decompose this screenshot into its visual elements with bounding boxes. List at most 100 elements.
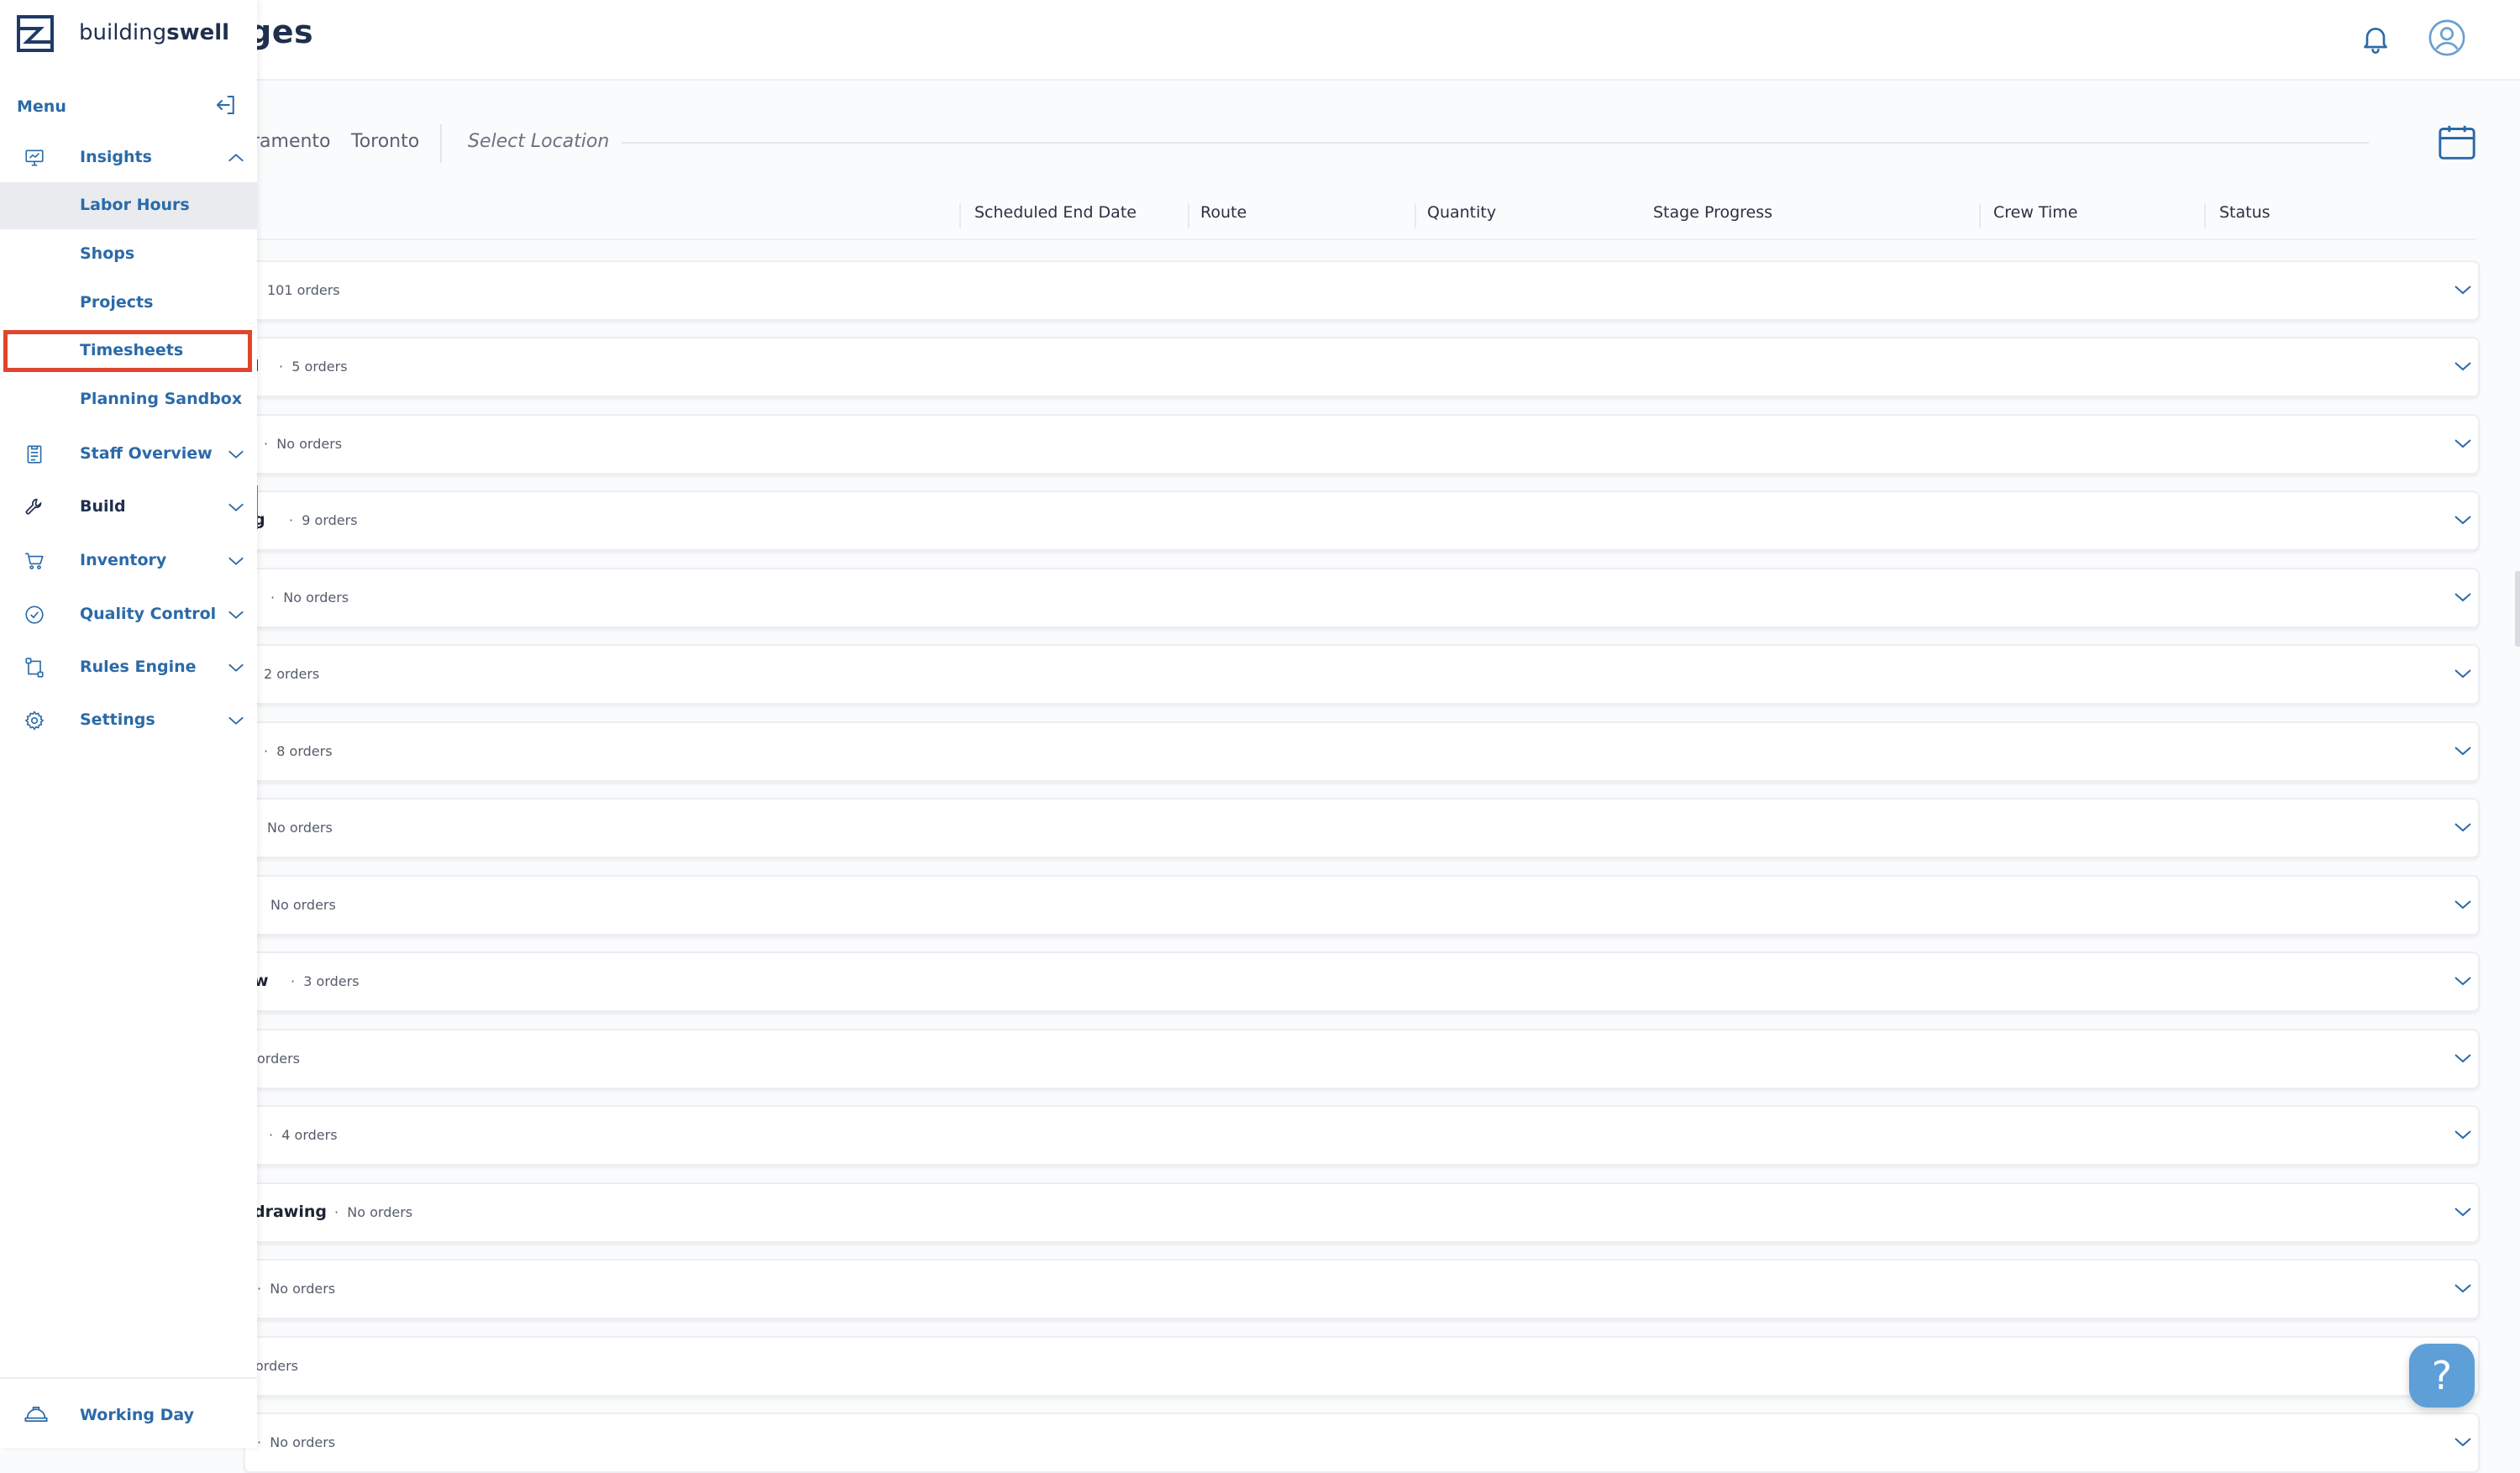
sidebar-subitem-planning-sandbox[interactable]: Planning Sandbox xyxy=(0,376,257,423)
sidebar-subitem-labor-hours[interactable]: Labor Hours xyxy=(0,182,257,229)
order-count: · No orders xyxy=(334,1204,413,1220)
side-drawer-handle[interactable] xyxy=(2515,571,2520,647)
chevron-down-icon[interactable] xyxy=(2453,282,2473,297)
chevron-down-icon[interactable] xyxy=(2453,897,2473,912)
chevron-down-icon[interactable] xyxy=(2453,1434,2473,1449)
help-button[interactable]: ? xyxy=(2409,1344,2475,1407)
sidebar: buildingswell Menu Insights Labor Hours … xyxy=(0,0,257,1448)
stage-row[interactable]: · No orders xyxy=(244,1413,2480,1473)
stage-name: drawing xyxy=(254,1203,327,1221)
sidebar-item-staff-overview[interactable]: Staff Overview xyxy=(0,431,257,478)
monitor-icon xyxy=(25,149,44,166)
column-divider xyxy=(959,203,961,228)
stage-row[interactable]: orders xyxy=(244,1336,2480,1397)
stage-row[interactable]: · No orders xyxy=(244,568,2480,628)
sidebar-item-build[interactable]: Build xyxy=(0,484,257,531)
page-title: ges xyxy=(249,13,314,50)
column-quantity[interactable]: Quantity xyxy=(1427,203,1496,222)
chevron-up-icon[interactable] xyxy=(227,151,245,165)
stage-row[interactable]: orders xyxy=(244,1029,2480,1089)
cart-icon xyxy=(25,553,44,570)
route-icon xyxy=(25,658,44,678)
stage-row[interactable]: g · 9 orders xyxy=(244,490,2480,551)
chevron-down-icon[interactable] xyxy=(2453,1127,2473,1142)
order-count: · No orders xyxy=(257,1281,336,1297)
chevron-down-icon[interactable] xyxy=(2453,436,2473,451)
bell-icon[interactable] xyxy=(2359,22,2392,55)
order-count: · No orders xyxy=(264,436,343,452)
chevron-down-icon[interactable] xyxy=(2453,590,2473,605)
working-day-button[interactable]: Working Day xyxy=(0,1394,257,1436)
select-location-dropdown[interactable]: Select Location xyxy=(468,131,609,152)
column-divider xyxy=(1415,203,1416,228)
chevron-down-icon[interactable] xyxy=(2453,512,2473,527)
sidebar-item-label: Build xyxy=(80,497,126,516)
order-count: · 4 orders xyxy=(269,1127,338,1143)
sidebar-subitem-projects[interactable]: Projects xyxy=(0,280,257,327)
chevron-down-icon[interactable] xyxy=(2453,1204,2473,1219)
stage-row[interactable]: · 8 orders xyxy=(244,721,2480,782)
menu-label: Menu xyxy=(17,97,66,116)
location-tab-sacramento[interactable]: ramento xyxy=(252,131,331,152)
buildingswell-logo-icon xyxy=(17,15,54,52)
stage-row[interactable]: w · 3 orders xyxy=(244,951,2480,1012)
stage-row[interactable]: drawing · No orders xyxy=(244,1182,2480,1243)
column-divider xyxy=(1188,203,1189,228)
filter-underline xyxy=(622,142,2369,144)
working-day-label: Working Day xyxy=(80,1406,194,1424)
sidebar-item-settings[interactable]: Settings xyxy=(0,697,257,744)
collapse-sidebar-icon[interactable] xyxy=(213,92,239,118)
chevron-down-icon[interactable] xyxy=(2453,973,2473,988)
column-status[interactable]: Status xyxy=(2219,203,2271,222)
column-scheduled-end-date[interactable]: Scheduled End Date xyxy=(974,203,1137,222)
order-count: 2 orders xyxy=(264,666,320,682)
chevron-down-icon[interactable] xyxy=(2453,743,2473,758)
order-count: No orders xyxy=(267,820,333,836)
stage-row[interactable]: No orders xyxy=(244,798,2480,858)
location-tab-toronto[interactable]: Toronto xyxy=(351,131,419,152)
order-count: No orders xyxy=(270,897,336,913)
stage-row[interactable]: l · 5 orders xyxy=(244,337,2480,397)
sidebar-item-rules-engine[interactable]: Rules Engine xyxy=(0,644,257,691)
chevron-down-icon[interactable] xyxy=(227,608,245,621)
chevron-down-icon[interactable] xyxy=(227,554,245,568)
wrench-icon xyxy=(25,498,42,515)
stage-row[interactable]: 101 orders xyxy=(244,260,2480,321)
sidebar-bottom-divider xyxy=(0,1377,257,1379)
stage-row[interactable]: No orders xyxy=(244,875,2480,936)
chevron-down-icon[interactable] xyxy=(2453,359,2473,374)
order-count: · 8 orders xyxy=(264,743,333,759)
calendar-icon[interactable] xyxy=(2436,124,2478,161)
column-route[interactable]: Route xyxy=(1200,203,1247,222)
column-stage-progress[interactable]: Stage Progress xyxy=(1653,203,1772,222)
chevron-down-icon[interactable] xyxy=(2453,1281,2473,1296)
column-divider xyxy=(2204,203,2206,228)
column-crew-time[interactable]: Crew Time xyxy=(1993,203,2077,222)
stage-row[interactable]: · No orders xyxy=(244,414,2480,474)
sidebar-item-inventory[interactable]: Inventory xyxy=(0,537,257,584)
check-circle-icon xyxy=(25,605,44,624)
chevron-down-icon[interactable] xyxy=(227,714,245,727)
sidebar-item-label: Settings xyxy=(80,710,155,729)
logo-text: buildingswell xyxy=(79,20,230,45)
chevron-down-icon[interactable] xyxy=(2453,1051,2473,1066)
chevron-down-icon[interactable] xyxy=(2453,820,2473,835)
order-count: · 3 orders xyxy=(291,973,360,989)
header-divider xyxy=(252,239,2476,240)
stage-row[interactable]: · No orders xyxy=(244,1259,2480,1319)
sidebar-item-quality-control[interactable]: Quality Control xyxy=(0,591,257,638)
chevron-down-icon[interactable] xyxy=(227,661,245,674)
sidebar-item-label: Rules Engine xyxy=(80,658,197,676)
order-count: · No orders xyxy=(257,1434,336,1450)
chevron-down-icon[interactable] xyxy=(2453,666,2473,681)
sidebar-item-label: Staff Overview xyxy=(80,444,213,463)
top-bar: ges xyxy=(0,0,2520,81)
sidebar-subitem-label: Shops xyxy=(80,244,135,263)
sidebar-item-insights[interactable]: Insights xyxy=(0,134,257,181)
user-avatar-icon[interactable] xyxy=(2428,18,2466,57)
stage-row[interactable]: 2 orders xyxy=(244,644,2480,705)
chevron-down-icon[interactable] xyxy=(227,501,245,514)
chevron-down-icon[interactable] xyxy=(227,448,245,461)
stage-row[interactable]: · 4 orders xyxy=(244,1105,2480,1166)
sidebar-subitem-shops[interactable]: Shops xyxy=(0,231,257,278)
